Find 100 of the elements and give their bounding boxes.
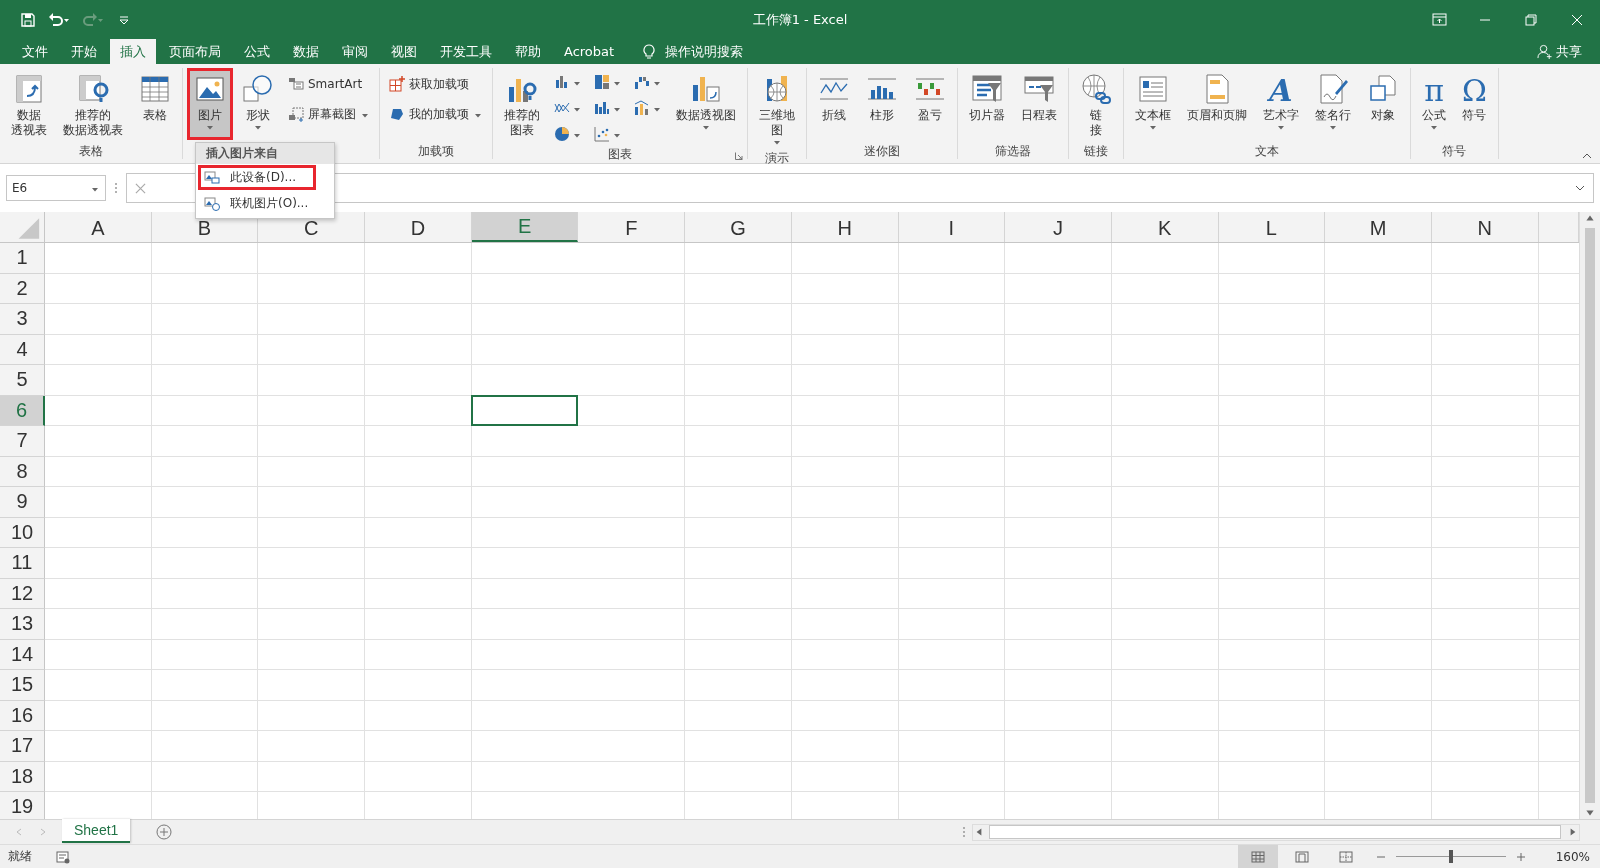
ribbon-tab[interactable]: 审阅 [332,39,378,64]
row-header[interactable]: 5 [0,365,45,396]
add-sheet-icon[interactable] [156,824,173,840]
column-header[interactable]: B [151,212,259,242]
column-header[interactable]: C [258,212,366,242]
pie-chart-icon [554,126,570,142]
ribbon-tab[interactable]: 开发工具 [430,39,502,64]
ribbon-button[interactable]: A 艺术字 [1256,68,1306,140]
column-header[interactable]: F [578,212,686,242]
row-header[interactable]: 12 [0,578,45,609]
zoom-in-icon[interactable] [1516,851,1526,862]
row-header[interactable]: 7 [0,426,45,457]
ribbon-button[interactable]: 数据 透视表 [4,68,54,143]
ribbon-button[interactable]: 三维地 图 [752,68,802,150]
ribbon-button[interactable]: 形状 [235,68,281,140]
ribbon-button[interactable]: 盈亏 [907,68,953,140]
ribbon-tab[interactable]: 文件 [12,39,58,64]
ribbon-button[interactable]: 表格 [132,68,178,140]
row-header[interactable]: 19 [0,792,45,819]
column-header[interactable]: K [1111,212,1219,242]
row-header[interactable]: 6 [0,395,45,426]
column-header[interactable]: H [791,212,899,242]
macro-record-icon[interactable] [56,849,70,864]
column-header[interactable]: I [898,212,1006,242]
ribbon-button[interactable]: 文本框 [1128,68,1178,140]
row-header[interactable]: 16 [0,700,45,731]
tell-me-field[interactable]: 操作说明搜索 [663,43,778,60]
row-header[interactable]: 15 [0,670,45,701]
row-header[interactable]: 9 [0,487,45,518]
row-header[interactable]: 18 [0,761,45,792]
ribbon-tab[interactable]: 插入 [110,39,156,64]
ribbon-tab[interactable]: 帮助 [505,39,551,64]
column-header[interactable]: J [1005,212,1112,242]
slicer-icon [971,73,1003,105]
scroll-thumb[interactable] [1585,228,1595,803]
ribbon-button[interactable]: 页眉和页脚 [1180,68,1254,140]
ribbon-tab[interactable]: 页面布局 [159,39,231,64]
ribbon-button[interactable]: 数据透视图 [669,68,743,140]
ribbon-button[interactable]: 切片器 [962,68,1012,140]
ribbon-button[interactable]: 柱形 [859,68,905,140]
name-box[interactable]: E6 [6,175,106,201]
ribbon-button[interactable]: 日程表 [1014,68,1064,140]
column-header[interactable]: G [685,212,792,242]
ribbon-button[interactable]: 折线 [811,68,857,140]
menu-heading: 插入图片来自 [196,143,334,164]
timeline-icon [1023,73,1055,105]
signature-icon [1317,73,1349,105]
group-label: 图表 [608,145,632,163]
column-header[interactable]: D [365,212,472,242]
row-header[interactable]: 1 [0,243,45,274]
column-chart-icon [554,74,570,90]
expand-caret-icon[interactable] [1575,185,1585,191]
ribbon-button[interactable]: π 公式 [1415,68,1453,140]
row-header[interactable]: 4 [0,334,45,365]
ribbon-button[interactable]: 对象 [1360,68,1406,140]
row-header[interactable]: 8 [0,456,45,487]
ribbon-tab[interactable]: 视图 [381,39,427,64]
row-header[interactable]: 11 [0,548,45,579]
row-header[interactable]: 17 [0,731,45,762]
ribbon-button[interactable]: 我的加载项 [384,102,488,126]
ribbon-button[interactable]: 链 接 [1073,68,1119,143]
collapse-ribbon-icon[interactable] [1582,153,1592,159]
combo-chart-icon [634,100,650,116]
ribbon-tab[interactable]: 数据 [283,39,329,64]
normal-view-icon[interactable] [1238,845,1278,868]
column-header[interactable]: M [1325,212,1432,242]
ribbon-button[interactable]: 推荐的 数据透视表 [56,68,130,143]
share-button[interactable]: 共享 [1537,39,1582,64]
ribbon-tab[interactable]: Acrobat [554,39,625,64]
horizontal-scrollbar[interactable] [972,823,1580,841]
column-header[interactable]: L [1218,212,1326,242]
slider-thumb[interactable] [1448,850,1453,863]
column-header[interactable]: A [45,212,152,242]
zoom-level[interactable]: 160% [1536,849,1600,864]
dialog-launcher-icon[interactable] [735,152,743,160]
ribbon-tab[interactable]: 开始 [61,39,107,64]
row-header[interactable]: 13 [0,609,45,640]
cancel-icon[interactable] [135,182,146,194]
ribbon-button[interactable]: Ω 符号 [1455,68,1494,140]
save-icon[interactable] [20,11,36,28]
ribbon-button[interactable]: 签名行 [1308,68,1358,140]
ribbon-button[interactable]: 推荐的 图表 [497,68,547,143]
ribbon-button[interactable]: 获取加载项 [384,72,474,96]
column-header[interactable]: E [471,212,579,242]
menu-item[interactable]: 此设备(D)... [198,165,316,190]
row-header[interactable]: 3 [0,304,45,335]
row-header[interactable]: 2 [0,273,45,304]
ribbon-button[interactable]: 图片 [187,68,233,140]
column-header[interactable]: N [1431,212,1539,242]
undo-icon[interactable] [48,11,70,28]
screenshot-icon [288,106,304,122]
ribbon-button[interactable]: 屏幕截图 [283,102,375,126]
row-header[interactable]: 10 [0,517,45,548]
active-cell[interactable] [470,394,579,426]
ribbon-button[interactable]: SmartArt [283,72,368,96]
sheet-tab[interactable]: Sheet1 [62,819,131,843]
scroll-thumb[interactable] [989,825,1561,839]
ribbon-tab[interactable]: 公式 [234,39,280,64]
row-header[interactable]: 14 [0,639,45,670]
vertical-scrollbar[interactable] [1579,212,1600,819]
